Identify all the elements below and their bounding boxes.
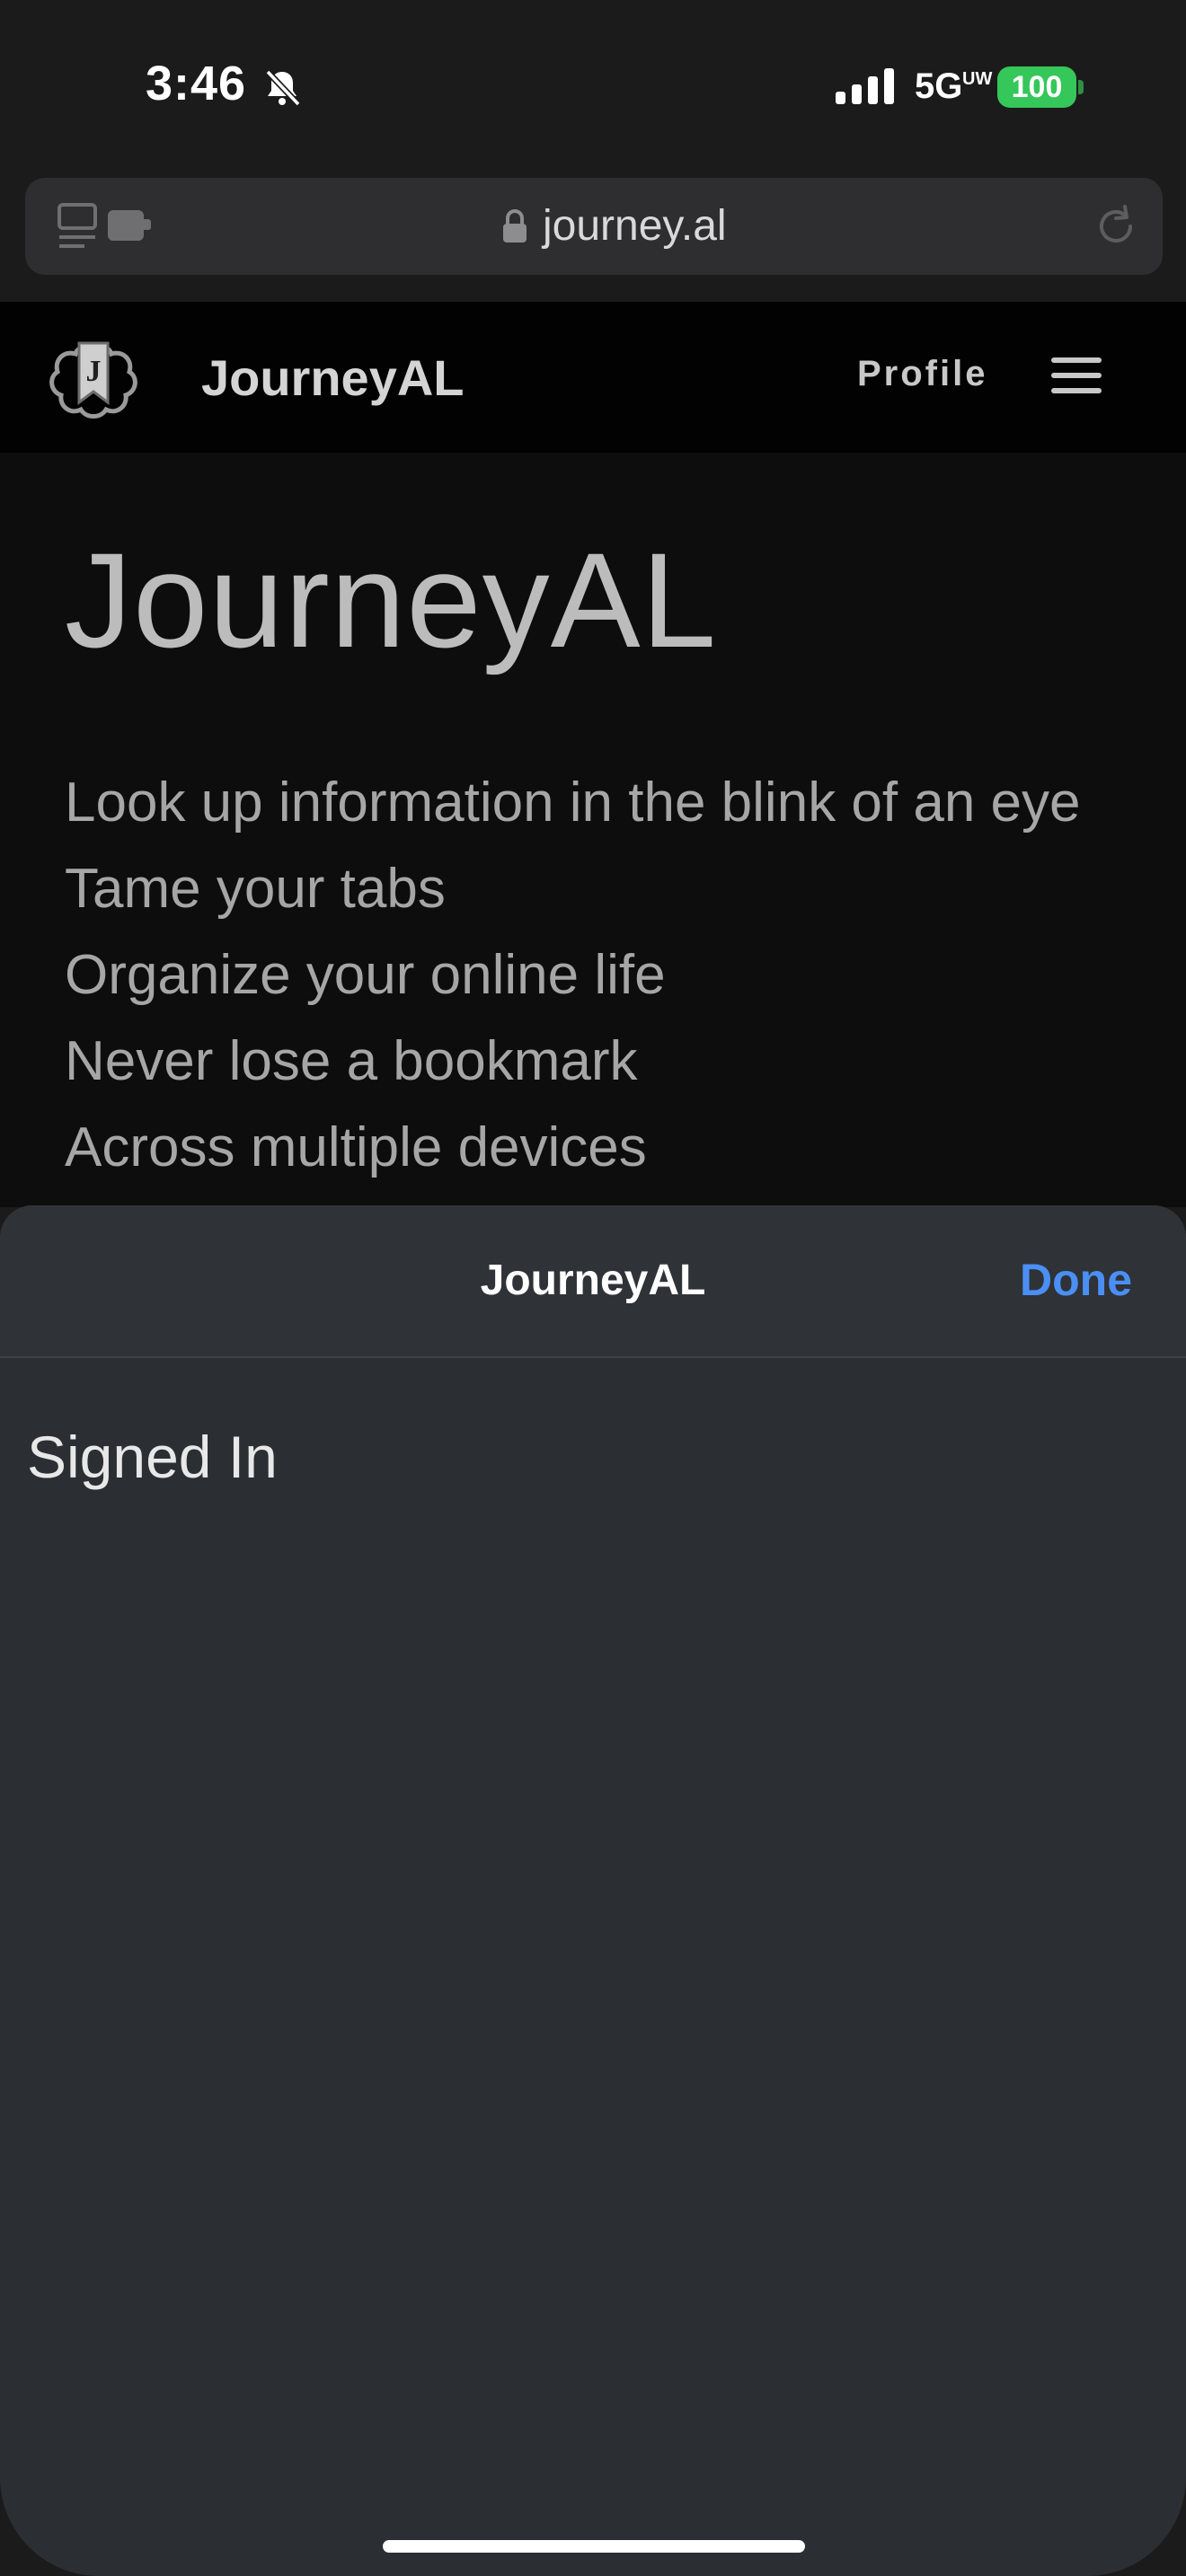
hero-section: JourneyAL Look up information in the bli…	[0, 453, 1186, 1207]
site-navbar: J JourneyAL Profile	[0, 302, 1186, 453]
network-subtype: UW	[962, 69, 993, 89]
done-button[interactable]: Done	[1020, 1254, 1132, 1306]
tagline-item: Look up information in the blink of an e…	[65, 772, 1081, 834]
site-brand[interactable]: JourneyAL	[201, 348, 465, 407]
address-bar[interactable]: journey.al	[25, 178, 1163, 275]
url-text[interactable]: journey.al	[543, 201, 727, 251]
extension-sheet: JourneyAL Done Signed In	[0, 1205, 1186, 2576]
tabs-icon[interactable]	[58, 201, 156, 251]
signal-bars-icon	[836, 68, 894, 104]
bell-slash-icon	[265, 69, 301, 107]
sheet-title: JourneyAL	[480, 1257, 706, 1304]
signed-in-status: Signed In	[27, 1424, 278, 1490]
home-indicator[interactable]	[383, 2540, 805, 2553]
tagline-item: Organize your online life	[65, 944, 666, 1006]
tagline-item: Tame your tabs	[65, 858, 446, 920]
tagline-item: Across multiple devices	[65, 1116, 647, 1178]
tagline-list: Look up information in the blink of an e…	[65, 760, 1081, 1191]
network-type: 5G	[915, 66, 963, 106]
profile-link[interactable]: Profile	[857, 354, 987, 394]
sheet-header: JourneyAL Done	[0, 1205, 1186, 1358]
logo-icon[interactable]: J	[49, 327, 138, 426]
hero-title: JourneyAL	[65, 525, 718, 675]
status-bar: 3:46 5G UW 100	[0, 0, 1186, 171]
battery-indicator: 100	[997, 66, 1076, 108]
reload-icon[interactable]	[1091, 201, 1141, 251]
page: 3:46 5G UW 100 journey.al J JourneyAL Pr…	[0, 0, 1186, 2576]
battery-tip	[1078, 80, 1084, 94]
hamburger-menu-icon[interactable]	[1051, 357, 1105, 397]
tagline-item: Never lose a bookmark	[65, 1030, 638, 1092]
lock-icon	[503, 209, 527, 243]
logo-letter: J	[86, 355, 102, 388]
status-time: 3:46	[146, 57, 247, 110]
